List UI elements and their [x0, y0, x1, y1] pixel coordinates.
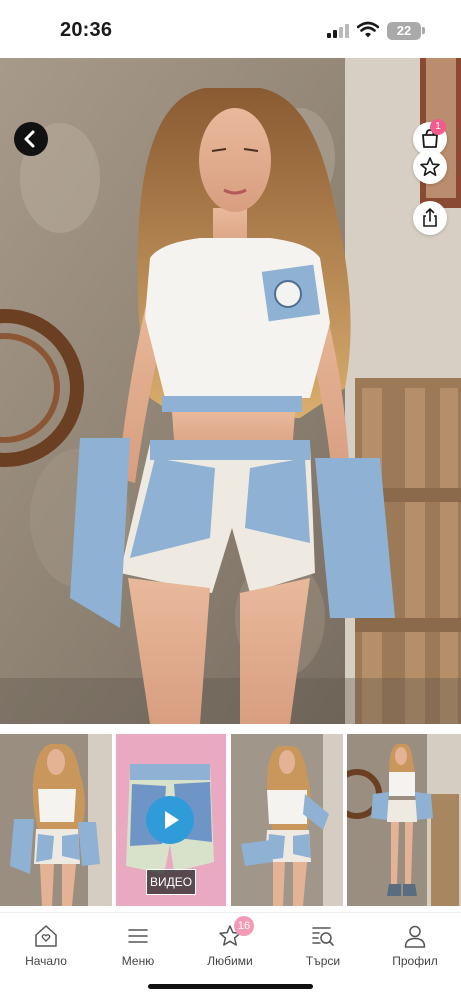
- product-photo: [0, 58, 461, 724]
- tab-menu[interactable]: Меню: [98, 923, 178, 968]
- tab-search[interactable]: Търси: [283, 923, 363, 968]
- play-video-button[interactable]: [146, 796, 194, 844]
- thumbnail-photo[interactable]: [0, 734, 112, 906]
- video-label: ВИДЕО: [146, 869, 196, 895]
- tab-label: Профил: [392, 954, 438, 968]
- profile-icon: [404, 925, 426, 948]
- add-to-favorites-button[interactable]: [413, 150, 447, 184]
- thumbnail-video[interactable]: ВИДЕО: [116, 734, 226, 906]
- search-list-icon: [312, 927, 334, 946]
- tab-favorites[interactable]: Любими: [190, 923, 270, 968]
- star-icon: [420, 157, 440, 176]
- cart-count-badge: 1: [430, 119, 446, 135]
- tab-label: Любими: [207, 954, 253, 968]
- tab-home[interactable]: Начало: [6, 923, 86, 968]
- play-icon: [165, 811, 179, 829]
- share-icon: [423, 208, 437, 227]
- tab-profile[interactable]: Профил: [375, 923, 455, 968]
- thumbnail-image: [347, 734, 461, 906]
- status-bar: 20:36 22: [0, 0, 461, 58]
- tab-label: Търси: [305, 954, 341, 968]
- wifi-icon: [357, 21, 379, 38]
- home-indicator: [148, 984, 313, 989]
- tab-label: Начало: [25, 954, 67, 968]
- product-main-image[interactable]: 1: [0, 58, 461, 724]
- share-button[interactable]: [413, 201, 447, 235]
- favorites-count-badge: 16: [234, 916, 254, 936]
- home-heart-icon: [35, 925, 57, 947]
- status-time: 20:36: [60, 19, 113, 41]
- back-icon: [24, 130, 35, 148]
- thumbnail-strip: ВИДЕО: [0, 734, 461, 906]
- thumbnail-image: [231, 734, 343, 906]
- thumbnail-photo[interactable]: [231, 734, 343, 906]
- tab-label: Меню: [121, 954, 155, 968]
- cellular-signal-icon: [327, 24, 349, 38]
- menu-icon: [128, 929, 148, 943]
- battery-icon: 22: [387, 22, 421, 40]
- battery-nub: [422, 27, 425, 34]
- thumbnail-image: [0, 734, 112, 906]
- thumbnail-photo[interactable]: [347, 734, 461, 906]
- back-button[interactable]: [14, 122, 48, 156]
